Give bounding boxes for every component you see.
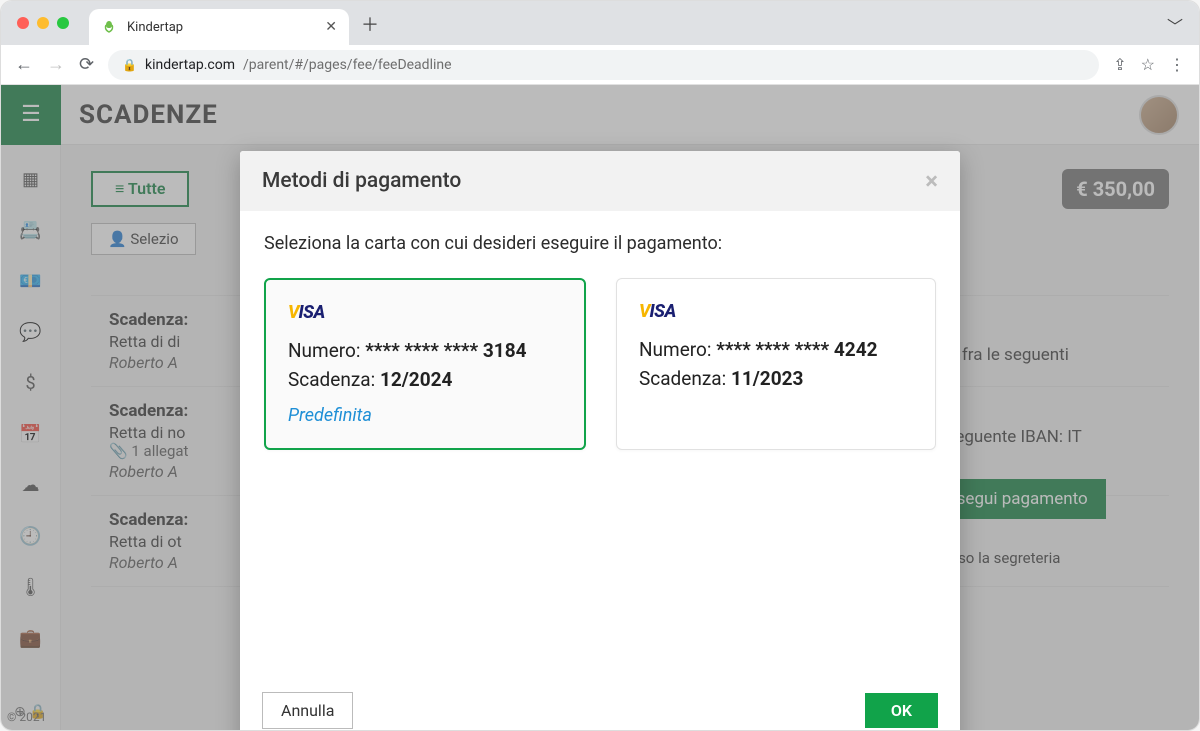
payment-card-option[interactable]: VISA Numero: **** **** **** 3184 Scadenz…	[264, 278, 586, 450]
tabs-expand-icon[interactable]: ﹀	[1167, 13, 1183, 37]
tab-title: Kindertap	[127, 20, 183, 35]
card-expiry-row: Scadenza: 11/2023	[639, 367, 913, 390]
new-tab-button[interactable]: ＋	[361, 11, 379, 37]
lock-icon: 🔒	[122, 58, 137, 72]
minimize-window-button[interactable]	[37, 17, 49, 29]
url-field[interactable]: 🔒 kindertap.com/parent/#/pages/fee/feeDe…	[108, 50, 1099, 80]
window-controls	[17, 17, 69, 29]
share-icon[interactable]: ⇪	[1113, 55, 1126, 74]
modal-footer: Annulla OK	[240, 678, 960, 730]
modal-header: Metodi di pagamento ×	[240, 151, 960, 211]
payment-card-option[interactable]: VISA Numero: **** **** **** 4242 Scadenz…	[616, 278, 936, 450]
card-brand-visa-icon: VISA	[288, 302, 562, 323]
address-bar: ← → ⟳ 🔒 kindertap.com/parent/#/pages/fee…	[1, 45, 1199, 85]
tab-favicon-icon	[101, 19, 117, 35]
ok-button[interactable]: OK	[865, 693, 938, 728]
tab-close-button[interactable]: ✕	[325, 19, 337, 35]
browser-tab[interactable]: Kindertap ✕	[89, 9, 349, 45]
maximize-window-button[interactable]	[57, 17, 69, 29]
card-number-row: Numero: **** **** **** 4242	[639, 338, 913, 361]
more-menu-icon[interactable]: ⋮	[1169, 55, 1185, 74]
back-button[interactable]: ←	[15, 54, 33, 75]
forward-button: →	[47, 54, 65, 75]
close-window-button[interactable]	[17, 17, 29, 29]
card-default-label: Predefinita	[288, 405, 562, 426]
modal-backdrop[interactable]: Metodi di pagamento × Seleziona la carta…	[1, 85, 1199, 730]
bookmark-icon[interactable]: ☆	[1141, 55, 1155, 74]
card-expiry-row: Scadenza: 12/2024	[288, 368, 562, 391]
url-path: /parent/#/pages/fee/feeDeadline	[243, 57, 452, 73]
reload-button[interactable]: ⟳	[79, 54, 94, 75]
cancel-button[interactable]: Annulla	[262, 692, 353, 729]
modal-close-button[interactable]: ×	[925, 167, 938, 195]
app-root: ☰ SCADENZE ▦ 📇 💶 💬 $ 📅 ☁ 🕘 🌡 💼 ⊕ 🔒 ≡ T	[1, 85, 1199, 730]
modal-instruction: Seleziona la carta con cui desideri eseg…	[264, 233, 936, 254]
payment-methods-modal: Metodi di pagamento × Seleziona la carta…	[240, 151, 960, 730]
modal-title: Metodi di pagamento	[262, 169, 461, 193]
url-domain: kindertap.com	[145, 57, 235, 73]
card-brand-visa-icon: VISA	[639, 301, 913, 322]
modal-body: Seleziona la carta con cui desideri eseg…	[240, 211, 960, 678]
browser-window: Kindertap ✕ ＋ ﹀ ← → ⟳ 🔒 kindertap.com/pa…	[0, 0, 1200, 731]
tab-strip: Kindertap ✕ ＋ ﹀	[1, 1, 1199, 45]
card-number-row: Numero: **** **** **** 3184	[288, 339, 562, 362]
